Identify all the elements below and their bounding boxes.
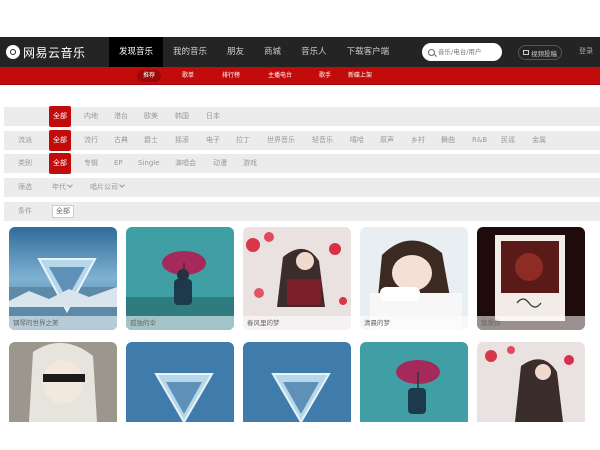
genre-soundtrack[interactable]: 原声	[380, 131, 394, 150]
login-link[interactable]: 登录	[579, 46, 593, 56]
genre-latin[interactable]: 拉丁	[236, 131, 250, 150]
album-card[interactable]	[126, 342, 234, 422]
album-cover	[360, 227, 468, 330]
type-all[interactable]: 全部	[49, 153, 71, 174]
nav-discover[interactable]: 发现音乐	[109, 37, 164, 67]
album-cover	[477, 227, 585, 330]
album-card[interactable]	[243, 342, 351, 422]
filter-type: 类别 全部 专辑 EP Single 演唱会 动漫 游戏	[4, 153, 600, 174]
sub-nav: 推荐 歌单 排行榜 主播电台 歌手 新碟上架	[0, 67, 600, 85]
album-cover	[243, 227, 351, 330]
sort-year-label: 年代	[52, 183, 66, 191]
logo-text: 网易云音乐	[23, 45, 86, 60]
album-title: 孤独的伞	[126, 316, 234, 330]
album-card[interactable]: 孤独的伞	[126, 227, 234, 330]
filter-condition: 条件 全部	[4, 202, 600, 221]
album-card[interactable]: 我想你	[477, 227, 585, 330]
region-west[interactable]: 欧美	[144, 107, 158, 126]
subnav-playlist[interactable]: 歌单	[176, 70, 200, 82]
genre-world[interactable]: 世界音乐	[267, 131, 295, 150]
top-bar: 网易云音乐 发现音乐 我的音乐 朋友 商城 音乐人 下载客户端 视频投稿 登录	[0, 37, 600, 67]
subnav-recommend[interactable]: 推荐	[137, 70, 162, 82]
type-ep[interactable]: EP	[114, 154, 123, 173]
album-cover	[477, 342, 585, 422]
album-title: 我想你	[477, 316, 585, 330]
region-hk-tw[interactable]: 港台	[114, 107, 128, 126]
filter-sort: 筛选 年代 唱片公司	[4, 178, 600, 197]
nav-download[interactable]: 下载客户端	[337, 37, 400, 67]
album-cover	[126, 342, 234, 422]
genre-rnb[interactable]: R&B	[472, 131, 487, 150]
genre-light[interactable]: 轻音乐	[312, 131, 333, 150]
genre-hiphop[interactable]: 嘻哈	[350, 131, 364, 150]
album-cover	[9, 227, 117, 330]
type-album[interactable]: 专辑	[84, 154, 98, 173]
subnav-charts[interactable]: 排行榜	[216, 70, 246, 82]
region-mainland[interactable]: 内地	[84, 107, 98, 126]
album-card[interactable]: 钢琴的世界之美	[9, 227, 117, 330]
type-single[interactable]: Single	[138, 154, 160, 173]
subnav-new-albums[interactable]: 新碟上架	[342, 70, 378, 82]
nav-musician[interactable]: 音乐人	[291, 37, 337, 67]
sort-label: 筛选	[18, 183, 32, 191]
album-title: 钢琴的世界之美	[9, 316, 117, 330]
genre-label: 流派	[18, 136, 32, 144]
album-card[interactable]: 春风里的梦	[243, 227, 351, 330]
genre-dance[interactable]: 舞曲	[441, 131, 455, 150]
main-nav: 发现音乐 我的音乐 朋友 商城 音乐人 下载客户端	[109, 37, 399, 67]
nav-friends[interactable]: 朋友	[217, 37, 254, 67]
region-japan[interactable]: 日本	[206, 107, 220, 126]
region-korea[interactable]: 韩国	[175, 107, 189, 126]
subnav-radio[interactable]: 主播电台	[262, 70, 298, 82]
chevron-down-icon	[119, 182, 125, 188]
filter-genre: 流派 全部 流行 古典 爵士 摇滚 电子 拉丁 世界音乐 轻音乐 嘻哈 原声 乡…	[4, 130, 600, 151]
genre-folk[interactable]: 民谣	[501, 131, 515, 150]
search-input[interactable]	[438, 48, 498, 56]
upload-label: 视频投稿	[531, 49, 557, 58]
region-all[interactable]: 全部	[49, 106, 71, 127]
genre-pop[interactable]: 流行	[84, 131, 98, 150]
sort-year-dropdown[interactable]: 年代	[52, 178, 73, 197]
sort-label-dropdown[interactable]: 唱片公司	[90, 178, 125, 197]
album-cover	[243, 342, 351, 422]
chevron-down-icon	[67, 182, 73, 188]
type-game[interactable]: 游戏	[243, 154, 257, 173]
genre-jazz[interactable]: 爵士	[144, 131, 158, 150]
type-anime[interactable]: 动漫	[213, 154, 227, 173]
nav-my-music[interactable]: 我的音乐	[163, 37, 217, 67]
search-icon	[428, 48, 435, 56]
filter-region: 全部 内地 港台 欧美 韩国 日本	[4, 106, 600, 127]
netease-music-icon	[6, 45, 20, 59]
genre-electronic[interactable]: 电子	[206, 131, 220, 150]
genre-rock[interactable]: 摇滚	[175, 131, 189, 150]
type-concert[interactable]: 演唱会	[175, 154, 196, 173]
video-upload-button[interactable]: 视频投稿	[518, 45, 562, 60]
condition-tag[interactable]: 全部	[52, 205, 74, 218]
album-cover	[360, 342, 468, 422]
sort-label-label: 唱片公司	[90, 183, 118, 191]
album-card[interactable]	[477, 342, 585, 422]
genre-all[interactable]: 全部	[49, 130, 71, 151]
subnav-artists[interactable]: 歌手	[313, 70, 337, 82]
album-card[interactable]: 清晨的梦	[360, 227, 468, 330]
genre-classical[interactable]: 古典	[114, 131, 128, 150]
video-icon	[523, 50, 529, 55]
album-title: 春风里的梦	[243, 316, 351, 330]
genre-metal[interactable]: 金属	[532, 131, 546, 150]
album-cover	[126, 227, 234, 330]
logo[interactable]: 网易云音乐	[6, 42, 86, 62]
condition-label: 条件	[18, 207, 32, 215]
album-title: 清晨的梦	[360, 316, 468, 330]
album-card[interactable]	[360, 342, 468, 422]
type-label: 类别	[18, 159, 32, 167]
album-cover	[9, 342, 117, 422]
nav-store[interactable]: 商城	[254, 37, 291, 67]
album-card[interactable]	[9, 342, 117, 422]
genre-country[interactable]: 乡村	[411, 131, 425, 150]
search-box[interactable]	[422, 43, 502, 61]
